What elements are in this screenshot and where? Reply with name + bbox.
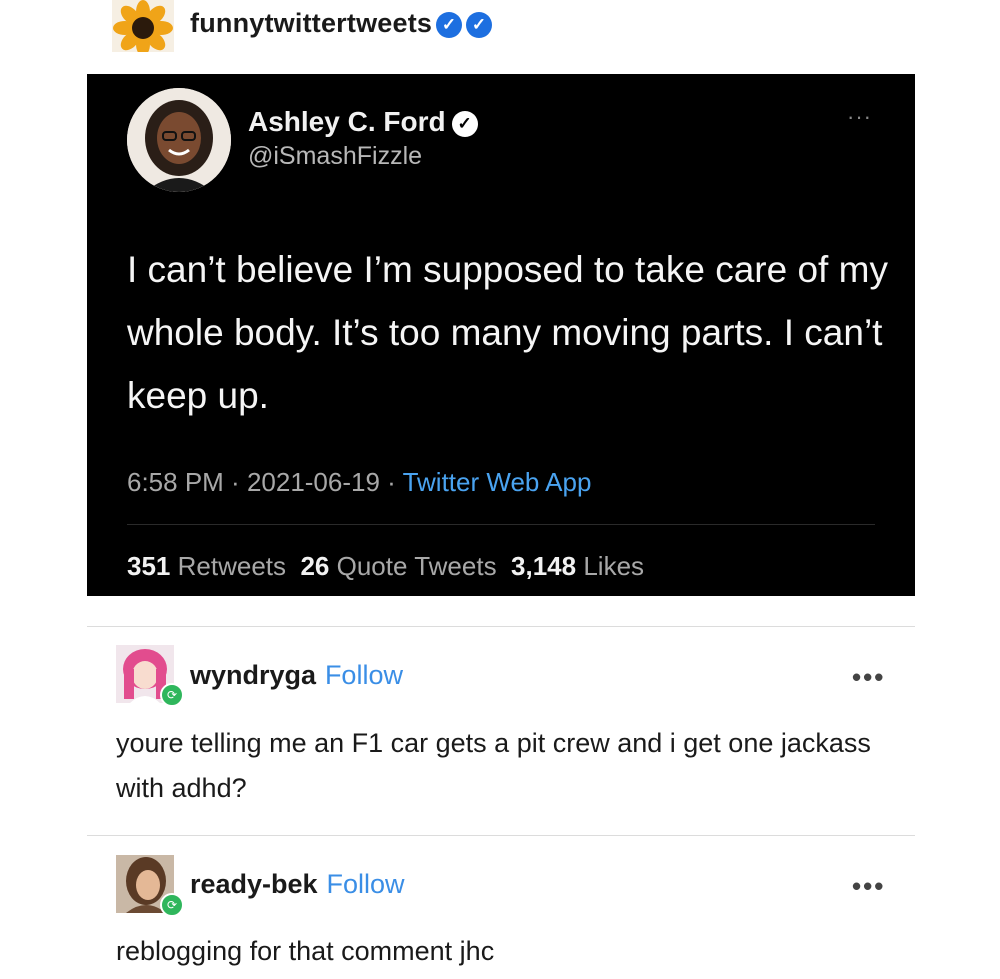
- tweet-time: 6:58 PM: [127, 467, 224, 497]
- reblog-divider: [87, 835, 915, 836]
- reblog-comment: reblogging for that comment jhc: [116, 936, 495, 966]
- reblog-icon: ⟳: [160, 893, 184, 917]
- reblog-comment: youre telling me an F1 car gets a pit cr…: [116, 728, 871, 803]
- retweets-label: Retweets: [177, 551, 287, 581]
- verified-check-icon: ✓: [451, 110, 478, 137]
- likes-label: Likes: [583, 551, 645, 581]
- tweet-text: I can’t believe I’m supposed to take car…: [127, 249, 888, 416]
- more-options-icon[interactable]: ···: [847, 104, 872, 130]
- profile-photo-icon: [127, 88, 231, 192]
- tweet-date: 2021-06-19: [246, 467, 380, 497]
- reblog-icon: ⟳: [160, 683, 184, 707]
- quotes-count: 26: [300, 551, 330, 581]
- follow-button[interactable]: Follow: [326, 869, 404, 899]
- reblog-header: wyndryga Follow: [190, 660, 403, 691]
- likes-count: 3,148: [511, 551, 577, 581]
- tweet-divider: [127, 524, 875, 525]
- retweets-count: 351: [127, 551, 171, 581]
- follow-button[interactable]: Follow: [325, 660, 403, 690]
- blog-avatar[interactable]: [112, 0, 174, 52]
- reblog-divider: [87, 626, 915, 627]
- tweet-meta: 6:58 PM · 2021-06-19 · Twitter Web App: [127, 467, 592, 497]
- blog-header: funnytwittertweets ✓ ✓: [190, 8, 493, 39]
- tweet-avatar: [127, 88, 231, 192]
- more-options-icon[interactable]: •••: [852, 871, 885, 902]
- verified-badge-icon: ✓: [466, 11, 493, 38]
- tweet-handle: @iSmashFizzle: [248, 142, 423, 170]
- verified-badge-icon: ✓: [436, 11, 463, 38]
- sunflower-icon: [112, 0, 174, 52]
- quotes-label: Quote Tweets: [336, 551, 497, 581]
- tweet-stats: 351 Retweets 26 Quote Tweets 3,148 Likes: [127, 551, 644, 582]
- tweet-app-link[interactable]: Twitter Web App: [403, 467, 592, 497]
- reblog-username[interactable]: ready-bek: [190, 869, 318, 899]
- reblog-header: ready-bek Follow: [190, 869, 405, 900]
- reblog-username[interactable]: wyndryga: [190, 660, 316, 690]
- blog-name[interactable]: funnytwittertweets: [190, 8, 432, 38]
- tweet-card: Ashley C. Ford ✓ @iSmashFizzle ··· I can’…: [87, 74, 915, 596]
- tweet-author: Ashley C. Ford ✓: [248, 106, 478, 138]
- tweet-author-name[interactable]: Ashley C. Ford: [248, 106, 446, 137]
- more-options-icon[interactable]: •••: [852, 662, 885, 693]
